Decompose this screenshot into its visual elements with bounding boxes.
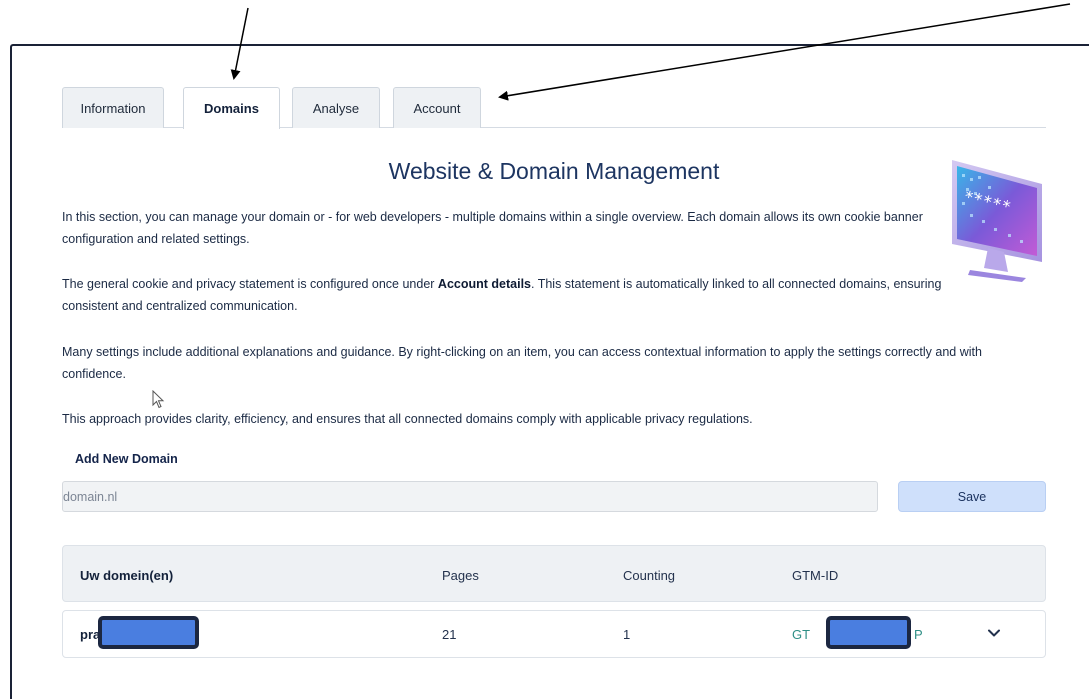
tab-information[interactable]: Information: [62, 87, 164, 128]
gtm-id-redaction-box: [826, 616, 911, 649]
intro-paragraph: In this section, you can manage your dom…: [62, 210, 923, 246]
save-button[interactable]: Save: [898, 481, 1046, 512]
tab-domains[interactable]: Domains: [183, 87, 280, 129]
column-header-gtm-id: GTM-ID: [792, 568, 839, 583]
statement-paragraph: The general cookie and privacy statement…: [62, 273, 962, 317]
counting-cell: 1: [623, 627, 631, 642]
summary-paragraph: This approach provides clarity, efficien…: [62, 412, 753, 426]
column-header-pages: Pages: [442, 568, 479, 583]
mouse-cursor-icon: [152, 390, 165, 409]
guidance-paragraph: Many settings include additional explana…: [62, 345, 982, 381]
column-header-counting: Counting: [623, 568, 676, 583]
account-details-emphasis: Account details: [437, 277, 531, 291]
domains-table-header: Uw domein(en) Pages Counting GTM-ID: [62, 545, 1046, 602]
tab-account[interactable]: Account: [393, 87, 481, 128]
column-header-domains: Uw domein(en): [80, 568, 174, 583]
domain-redaction-box: [98, 616, 199, 649]
page-title: Website & Domain Management: [388, 158, 720, 184]
tab-analyse[interactable]: Analyse: [292, 87, 380, 128]
add-domain-label: Add New Domain: [75, 452, 178, 466]
gtm-id-cell-prefix: GT: [792, 627, 811, 642]
pages-cell: 21: [442, 627, 457, 642]
password-monitor-icon: *****: [952, 160, 1042, 282]
gtm-id-cell-suffix: P: [914, 627, 923, 642]
chevron-down-icon[interactable]: [985, 624, 1003, 642]
statement-text-before: The general cookie and privacy statement…: [62, 277, 438, 291]
tab-bar: Information Domains Analyse Account: [62, 87, 1046, 129]
domain-input[interactable]: [62, 481, 878, 512]
